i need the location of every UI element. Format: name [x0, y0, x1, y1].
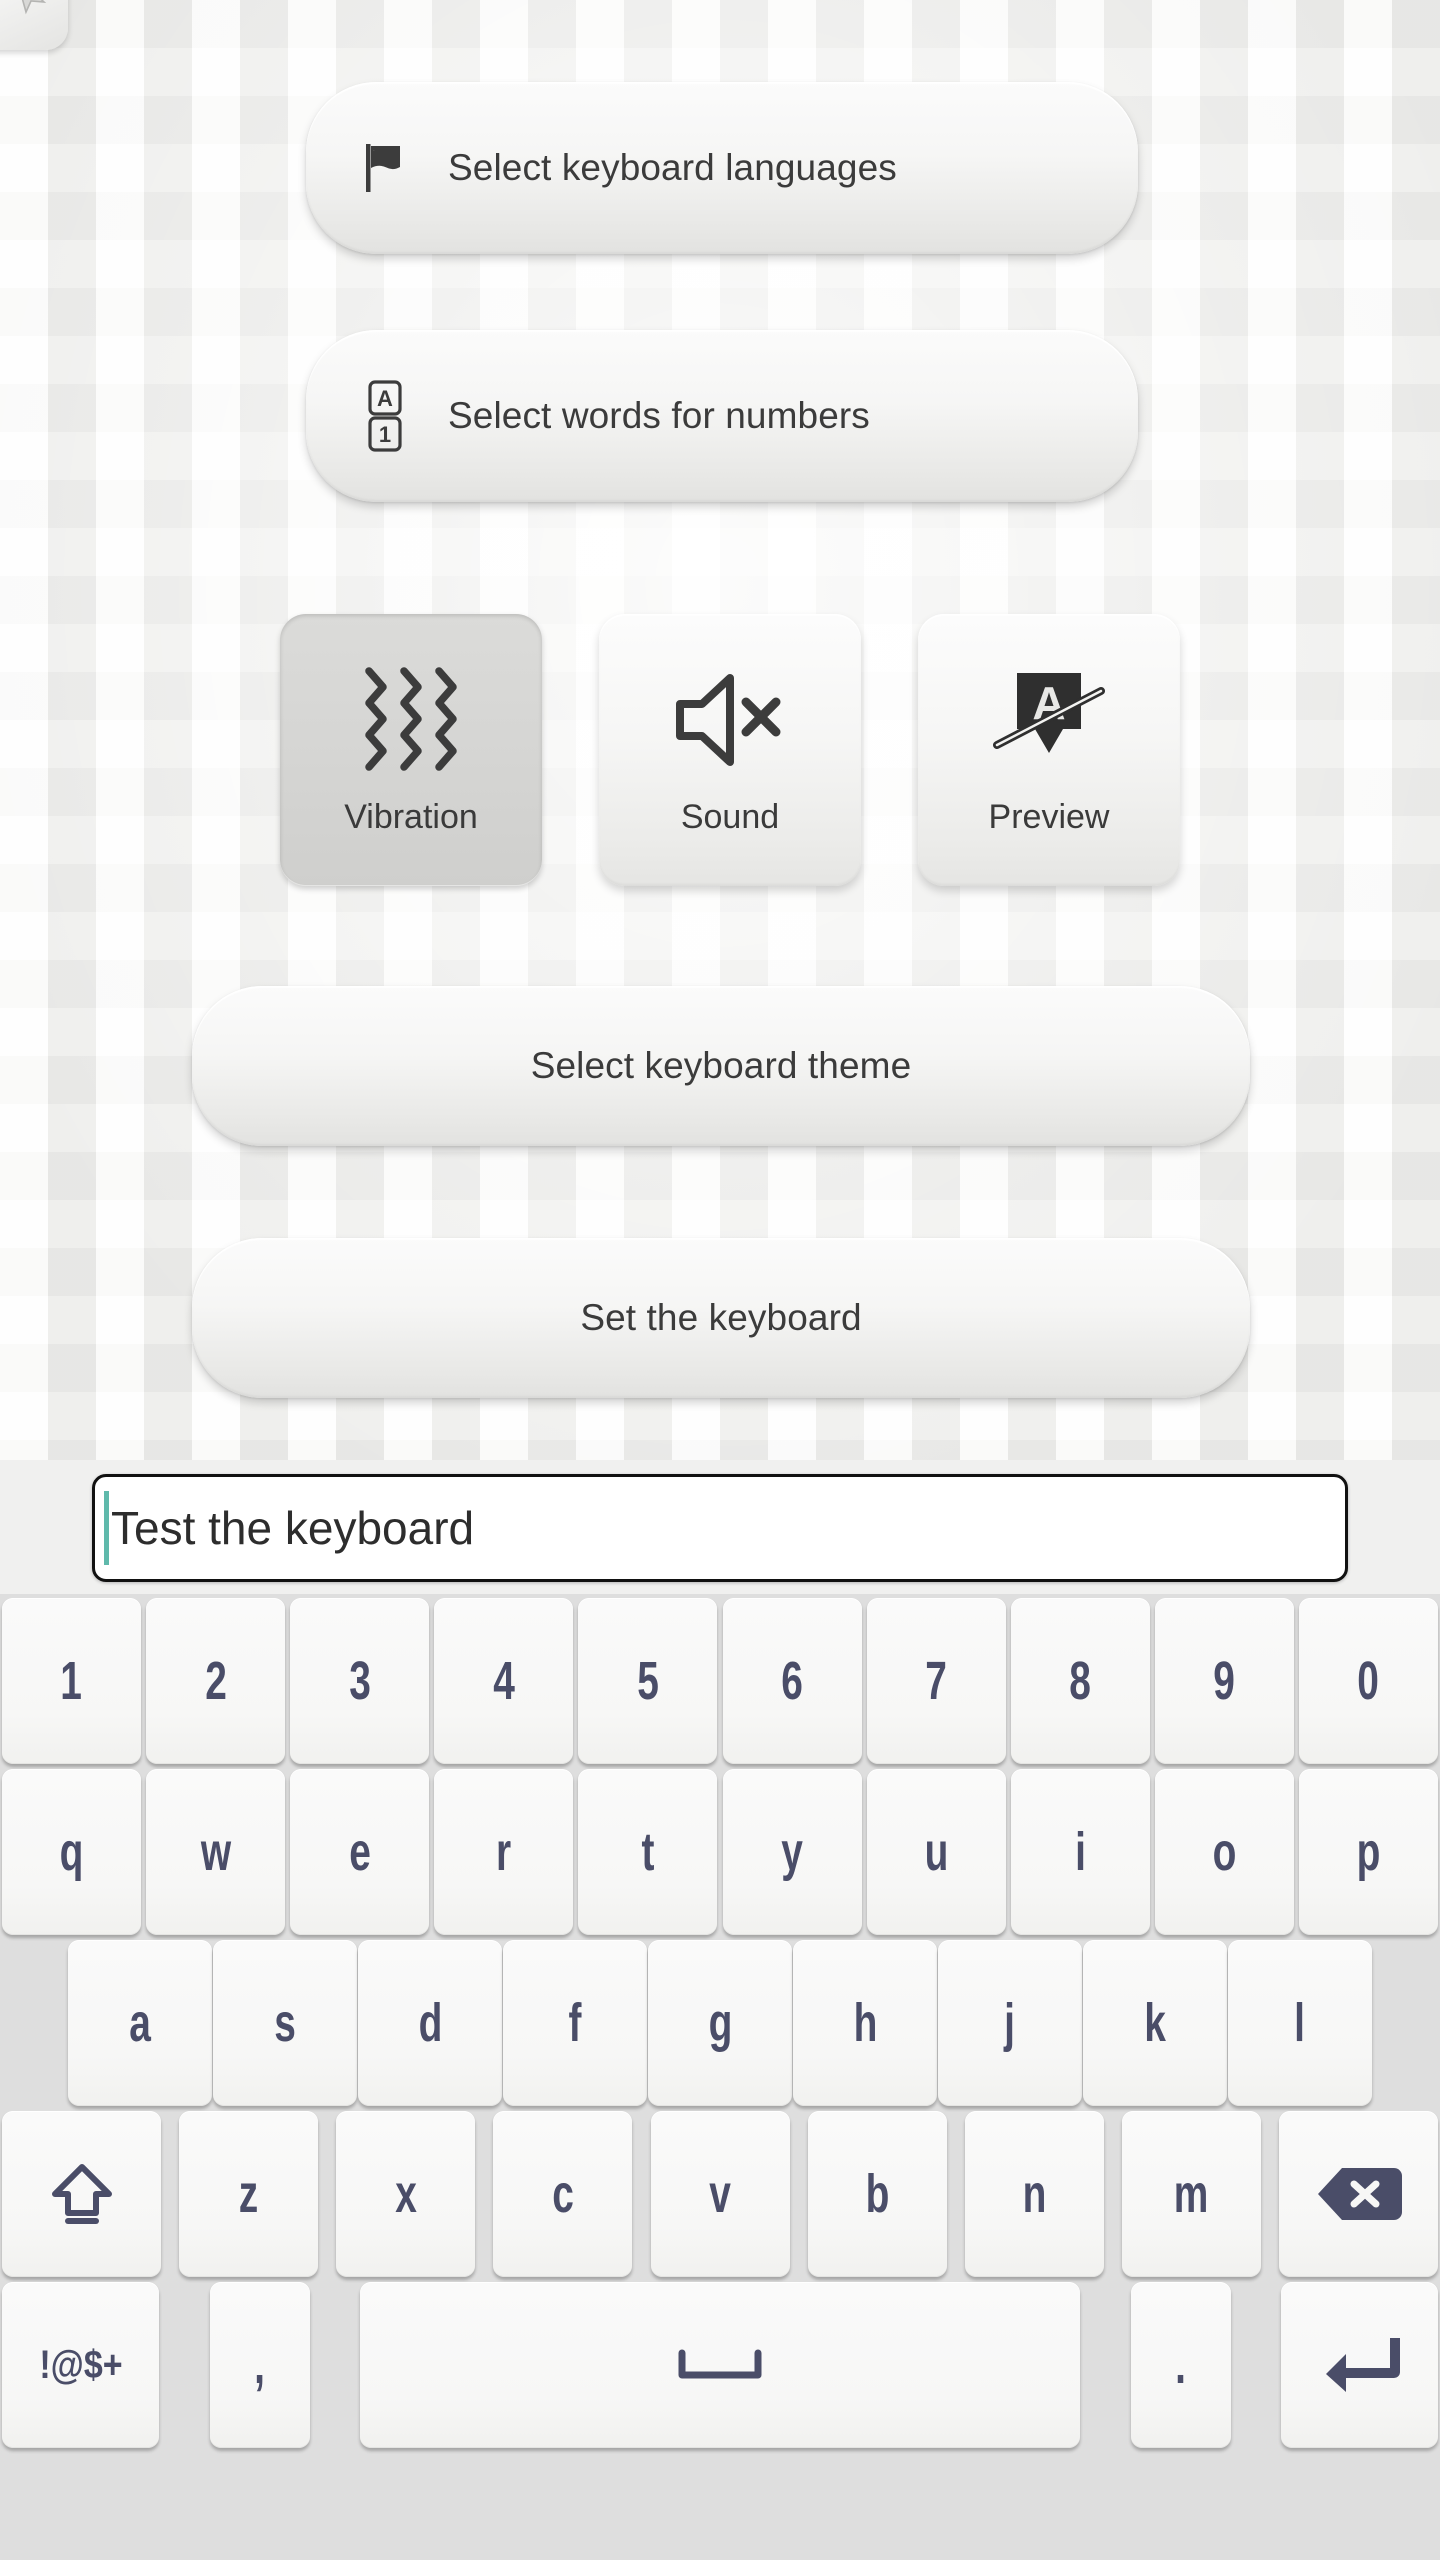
keyboard-row-numbers: 1 2 3 4 5 6 7 8 9 0	[0, 1598, 1440, 1764]
key-p[interactable]: p	[1298, 1769, 1438, 1935]
key-c[interactable]: c	[493, 2111, 633, 2277]
key-l[interactable]: l	[1228, 1940, 1372, 2106]
svg-text:1: 1	[379, 422, 391, 447]
key-b[interactable]: b	[807, 2111, 947, 2277]
key-t[interactable]: t	[578, 1769, 718, 1935]
toggle-tile-row: Vibration Sound A Preview	[280, 614, 1180, 886]
key-x[interactable]: x	[336, 2111, 476, 2277]
set-the-keyboard-label: Set the keyboard	[580, 1297, 862, 1338]
select-words-for-numbers-button[interactable]: A 1 Select words for numbers	[306, 330, 1138, 502]
key-2[interactable]: 2	[146, 1598, 286, 1764]
key-enter[interactable]	[1281, 2282, 1438, 2448]
key-i[interactable]: i	[1010, 1769, 1150, 1935]
key-k[interactable]: k	[1083, 1940, 1227, 2106]
key-4[interactable]: 4	[434, 1598, 574, 1764]
key-symbols[interactable]: !@$+	[2, 2282, 159, 2448]
keyboard-settings-panel: Select keyboard languages A 1 Select wor…	[0, 0, 1440, 1460]
keyboard-row-bottom: !@$+ , .	[0, 2282, 1440, 2448]
key-z[interactable]: z	[179, 2111, 319, 2277]
speaker-muted-icon	[672, 664, 788, 776]
keyboard-row-asdf: a s d f g h j k l	[0, 1940, 1440, 2106]
key-w[interactable]: w	[146, 1769, 286, 1935]
select-keyboard-languages-label: Select keyboard languages	[448, 147, 897, 188]
keyboard-row-zxcv: z x c v b n m	[0, 2111, 1440, 2277]
key-g[interactable]: g	[648, 1940, 792, 2106]
keyboard-row-qwerty: q w e r t y u i o p	[0, 1769, 1440, 1935]
key-preview-disabled-icon: A	[991, 664, 1107, 776]
on-screen-keyboard: 1 2 3 4 5 6 7 8 9 0 q w e r t y u i o p …	[0, 1594, 1440, 2560]
key-shift[interactable]	[2, 2111, 161, 2277]
vibration-toggle-tile[interactable]: Vibration	[280, 614, 542, 886]
key-f[interactable]: f	[503, 1940, 647, 2106]
key-comma[interactable]: ,	[209, 2282, 310, 2448]
svg-text:A: A	[377, 386, 393, 411]
preview-tile-label: Preview	[988, 797, 1110, 836]
key-u[interactable]: u	[866, 1769, 1006, 1935]
key-m[interactable]: m	[1121, 2111, 1261, 2277]
flag-icon	[358, 138, 410, 198]
sound-tile-label: Sound	[680, 797, 780, 836]
select-keyboard-theme-label: Select keyboard theme	[530, 1045, 912, 1086]
key-5[interactable]: 5	[578, 1598, 718, 1764]
key-d[interactable]: d	[358, 1940, 502, 2106]
select-keyboard-languages-button[interactable]: Select keyboard languages	[306, 82, 1138, 254]
key-backspace[interactable]	[1279, 2111, 1438, 2277]
key-period[interactable]: .	[1130, 2282, 1231, 2448]
vibration-tile-label: Vibration	[344, 797, 478, 836]
backspace-icon	[1316, 2162, 1402, 2226]
key-a[interactable]: a	[68, 1940, 212, 2106]
key-n[interactable]: n	[964, 2111, 1104, 2277]
test-keyboard-input-value: Test the keyboard	[111, 1502, 475, 1554]
cursor-arrow-icon	[21, 0, 47, 15]
key-8[interactable]: 8	[1010, 1598, 1150, 1764]
corner-partial-button[interactable]	[0, 0, 68, 50]
key-y[interactable]: y	[722, 1769, 862, 1935]
key-q[interactable]: q	[2, 1769, 141, 1935]
letter-over-number-icon: A 1	[358, 380, 410, 452]
sound-toggle-tile[interactable]: Sound	[599, 614, 861, 886]
key-7[interactable]: 7	[866, 1598, 1006, 1764]
key-h[interactable]: h	[793, 1940, 937, 2106]
key-e[interactable]: e	[290, 1769, 430, 1935]
key-6[interactable]: 6	[722, 1598, 862, 1764]
key-9[interactable]: 9	[1154, 1598, 1294, 1764]
select-keyboard-theme-button[interactable]: Select keyboard theme	[192, 986, 1250, 1146]
key-3[interactable]: 3	[290, 1598, 430, 1764]
shift-icon	[43, 2155, 121, 2233]
enter-icon	[1320, 2330, 1400, 2400]
text-caret	[104, 1491, 109, 1565]
test-keyboard-input[interactable]: Test the keyboard	[92, 1474, 1348, 1582]
key-r[interactable]: r	[434, 1769, 574, 1935]
key-v[interactable]: v	[650, 2111, 790, 2277]
key-o[interactable]: o	[1154, 1769, 1294, 1935]
key-s[interactable]: s	[213, 1940, 357, 2106]
key-space[interactable]	[360, 2282, 1080, 2448]
space-icon	[674, 2345, 766, 2385]
preview-toggle-tile[interactable]: A Preview	[918, 614, 1180, 886]
key-0[interactable]: 0	[1298, 1598, 1438, 1764]
key-j[interactable]: j	[938, 1940, 1082, 2106]
select-words-for-numbers-label: Select words for numbers	[448, 395, 870, 436]
set-the-keyboard-button[interactable]: Set the keyboard	[192, 1238, 1250, 1398]
key-1[interactable]: 1	[2, 1598, 141, 1764]
vibration-waves-icon	[357, 664, 465, 776]
